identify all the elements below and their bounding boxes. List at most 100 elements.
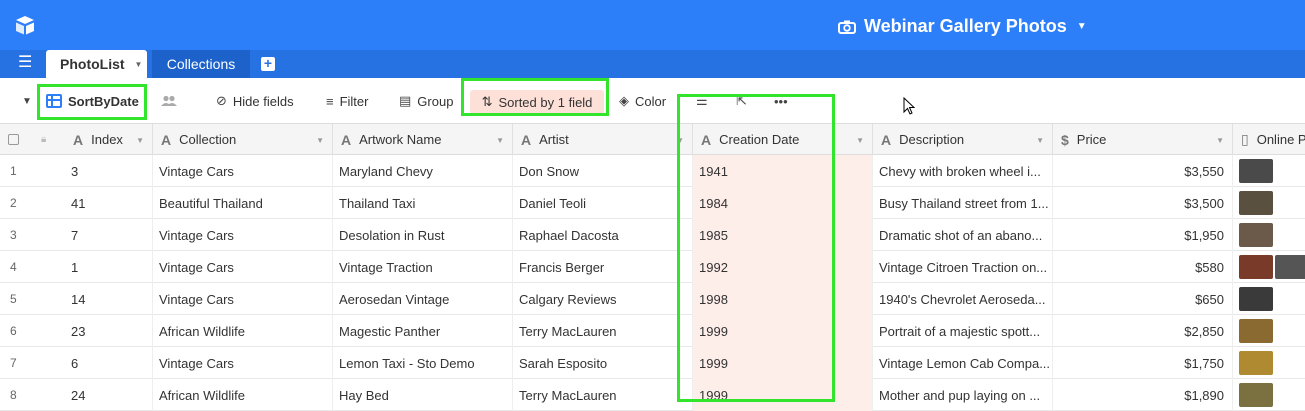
cell-description[interactable]: Portrait of a majestic spott... [873,315,1053,347]
cell-creation-date[interactable]: 1999 [693,347,873,379]
cell-index[interactable]: 3 [65,155,153,187]
cell-collection[interactable]: African Wildlife [153,315,333,347]
cell-artwork-name[interactable]: Vintage Traction [333,251,513,283]
row-height-icon[interactable]: ☰ [696,78,708,124]
chevron-down-icon[interactable]: ▼ [136,136,144,145]
cell-description[interactable]: Vintage Citroen Traction on... [873,251,1053,283]
airtable-logo-icon[interactable] [14,14,36,36]
cell-collection[interactable]: Beautiful Thailand [153,187,333,219]
collaborators-icon[interactable] [160,78,178,124]
cell-description[interactable]: Busy Thailand street from 1... [873,187,1053,219]
cell-collection[interactable]: Vintage Cars [153,251,333,283]
cell-creation-date[interactable]: 1941 [693,155,873,187]
column-header-creation-date[interactable]: A Creation Date ▼ [693,124,873,155]
cell-description[interactable]: Chevy with broken wheel i... [873,155,1053,187]
cell-price[interactable]: $3,500 [1053,187,1233,219]
cell-online-photo[interactable] [1233,187,1305,219]
cell-index[interactable]: 6 [65,347,153,379]
table-row[interactable]: 3 7 Vintage Cars Desolation in Rust Raphael … [0,219,1305,251]
cell-description[interactable]: Vintage Lemon Cab Compa... [873,347,1053,379]
menu-icon[interactable]: ☰ [18,55,32,71]
cell-creation-date[interactable]: 1984 [693,187,873,219]
photo-thumbnail[interactable] [1239,351,1273,375]
cell-price[interactable]: $1,750 [1053,347,1233,379]
cell-artwork-name[interactable]: Thailand Taxi [333,187,513,219]
photo-thumbnail[interactable] [1275,255,1305,279]
tab-collections[interactable]: Collections [152,50,250,78]
table-row[interactable]: 1 3 Vintage Cars Maryland Chevy Don Snow 1941… [0,155,1305,187]
cell-index[interactable]: 24 [65,379,153,411]
view-name-button[interactable]: SortByDate [46,78,139,124]
table-row[interactable]: 2 41 Beautiful Thailand Thailand Taxi Daniel… [0,187,1305,219]
column-header-collection[interactable]: A Collection ▼ [153,124,333,155]
photo-thumbnail[interactable] [1239,159,1273,183]
share-view-icon[interactable]: ⇱ [736,78,747,124]
cell-creation-date[interactable]: 1999 [693,315,873,347]
chevron-down-icon[interactable]: ▼ [496,136,504,145]
table-row[interactable]: 5 14 Vintage Cars Aerosedan Vintage Calgary … [0,283,1305,315]
cell-price[interactable]: $2,850 [1053,315,1233,347]
filter-button[interactable]: ≡ Filter [326,78,368,124]
cell-artwork-name[interactable]: Magestic Panther [333,315,513,347]
cell-artist[interactable]: Terry MacLauren [513,379,693,411]
cell-price[interactable]: $1,950 [1053,219,1233,251]
cell-description[interactable]: 1940's Chevrolet Aeroseda... [873,283,1053,315]
cell-artwork-name[interactable]: Lemon Taxi - Sto Demo [333,347,513,379]
cell-index[interactable]: 7 [65,219,153,251]
cell-artwork-name[interactable]: Hay Bed [333,379,513,411]
sort-button[interactable]: ⇅ Sorted by 1 field [470,90,604,114]
chevron-down-icon[interactable]: ▼ [856,136,864,145]
cell-index[interactable]: 1 [65,251,153,283]
photo-thumbnail[interactable] [1239,319,1273,343]
cell-index[interactable]: 23 [65,315,153,347]
cell-description[interactable]: Mother and pup laying on ... [873,379,1053,411]
cell-artist[interactable]: Don Snow [513,155,693,187]
group-button[interactable]: ▤ Group [399,78,453,124]
cell-collection[interactable]: Vintage Cars [153,155,333,187]
column-header-online-photo[interactable]: ▯ Online P [1233,124,1305,155]
cell-artist[interactable]: Sarah Esposito [513,347,693,379]
column-header-description[interactable]: A Description ▼ [873,124,1053,155]
cell-online-photo[interactable] [1233,219,1305,251]
photo-thumbnail[interactable] [1239,383,1273,407]
column-header-artwork-name[interactable]: A Artwork Name ▼ [333,124,513,155]
column-header-artist[interactable]: A Artist ▼ [513,124,693,155]
chevron-down-icon[interactable]: ▼ [676,136,684,145]
cell-collection[interactable]: Vintage Cars [153,347,333,379]
cell-online-photo[interactable] [1233,347,1305,379]
cell-online-photo[interactable] [1233,379,1305,411]
column-header-price[interactable]: $ Price ▼ [1053,124,1233,155]
table-row[interactable]: 4 1 Vintage Cars Vintage Traction Francis Be… [0,251,1305,283]
photo-thumbnail[interactable] [1239,255,1273,279]
cell-artwork-name[interactable]: Desolation in Rust [333,219,513,251]
cell-creation-date[interactable]: 1999 [693,379,873,411]
photo-thumbnail[interactable] [1239,191,1273,215]
chevron-down-icon[interactable]: ▼ [316,136,324,145]
cell-creation-date[interactable]: 1985 [693,219,873,251]
cell-online-photo[interactable] [1233,283,1305,315]
cell-artist[interactable]: Terry MacLauren [513,315,693,347]
more-options-icon[interactable]: ••• [774,78,788,124]
cell-online-photo[interactable] [1233,315,1305,347]
photo-thumbnail[interactable] [1239,287,1273,311]
cell-description[interactable]: Dramatic shot of an abano... [873,219,1053,251]
select-all-checkbox-cell[interactable]: 🔒︎ [0,124,65,155]
photo-thumbnail[interactable] [1239,223,1273,247]
chevron-down-icon[interactable]: ▼ [1216,136,1224,145]
table-row[interactable]: 6 23 African Wildlife Magestic Panther Terry… [0,315,1305,347]
cell-index[interactable]: 14 [65,283,153,315]
cell-creation-date[interactable]: 1998 [693,283,873,315]
checkbox-icon[interactable] [8,134,19,145]
cell-price[interactable]: $580 [1053,251,1233,283]
chevron-down-icon[interactable]: ▼ [1036,136,1044,145]
tab-photolist[interactable]: PhotoList ▼ [46,50,147,78]
column-header-index[interactable]: A Index ▼ [65,124,153,155]
cell-collection[interactable]: African Wildlife [153,379,333,411]
cell-artist[interactable]: Raphael Dacosta [513,219,693,251]
cell-collection[interactable]: Vintage Cars [153,283,333,315]
color-button[interactable]: ◈ Color [619,78,666,124]
cell-artwork-name[interactable]: Aerosedan Vintage [333,283,513,315]
view-switcher-toggle[interactable]: ▼ [22,78,32,124]
cell-artist[interactable]: Francis Berger [513,251,693,283]
cell-price[interactable]: $3,550 [1053,155,1233,187]
